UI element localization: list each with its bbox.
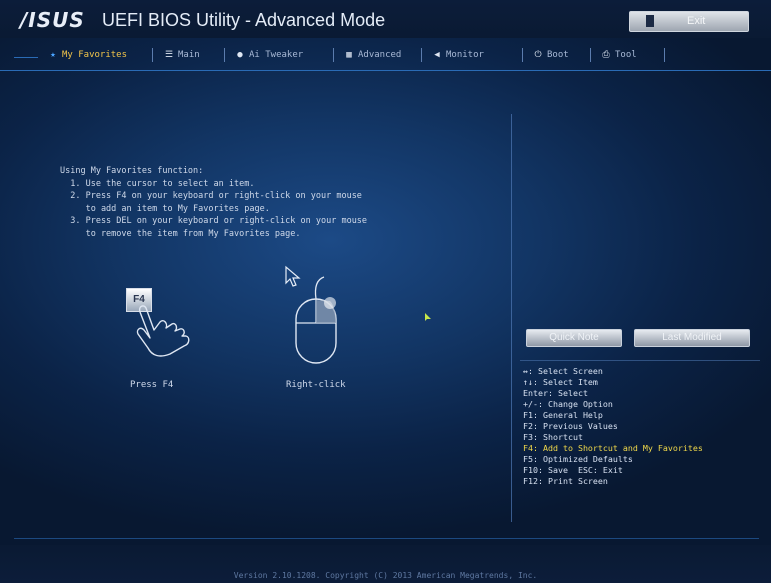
- tab-label: Tool: [615, 50, 637, 60]
- instructions-step: to remove the item from My Favorites pag…: [60, 228, 301, 239]
- tab-label: Main: [178, 50, 200, 60]
- help-line: +/-: Change Option: [523, 399, 613, 409]
- tab-label: Advanced: [358, 50, 402, 60]
- tab-ai-tweaker[interactable]: ● Ai Tweaker: [235, 50, 303, 60]
- tab-tool[interactable]: ⎙ Tool: [601, 50, 637, 60]
- tab-main[interactable]: ☰ Main: [164, 50, 200, 60]
- pointer-cursor-icon: [425, 313, 431, 321]
- instructions-step: 2. Press F4 on your keyboard or right-cl…: [60, 191, 362, 201]
- exit-icon: [646, 15, 654, 27]
- tab-separator: [522, 48, 523, 62]
- asus-logo: /ISUS: [20, 8, 85, 32]
- hand-pointer-icon: [136, 305, 190, 357]
- star-icon: ★: [50, 50, 56, 60]
- help-line: F12: Print Screen: [523, 476, 608, 486]
- tab-separator: [224, 48, 225, 62]
- monitor-icon: ◀: [434, 50, 440, 60]
- title-bar: /ISUS UEFI BIOS Utility - Advanced Mode …: [0, 0, 771, 38]
- tab-label: Boot: [547, 50, 569, 60]
- last-modified-button[interactable]: Last Modified: [634, 329, 750, 347]
- instructions-step: 1. Use the cursor to select an item.: [60, 178, 255, 189]
- key-help-panel: ↔: Select Screen ↑↓: Select Item Enter: Se…: [523, 366, 703, 487]
- help-line: F10: Save ESC: Exit: [523, 465, 623, 475]
- help-line: Enter: Select: [523, 388, 588, 398]
- right-click-caption: Right-click: [286, 380, 346, 390]
- mouse-icon: [295, 276, 337, 364]
- help-line: ↔: Select Screen: [523, 366, 603, 376]
- press-f4-caption: Press F4: [130, 380, 174, 390]
- panel-divider: [511, 114, 512, 522]
- help-line: F5: Optimized Defaults: [523, 454, 633, 464]
- footer-bar: Version 2.10.1208. Copyright (C) 2013 Am…: [0, 545, 771, 583]
- list-icon: ☰: [164, 50, 174, 60]
- favorites-instructions: Using My Favorites function: 1. Use the …: [60, 165, 367, 240]
- tab-bar-line: [14, 57, 38, 58]
- instructions-heading: Using My Favorites function:: [60, 166, 204, 176]
- help-line: ↑↓: Select Item: [523, 377, 598, 387]
- instructions-step: to add an item to My Favorites page.: [60, 203, 270, 214]
- quick-note-button[interactable]: Quick Note: [526, 329, 622, 347]
- tab-separator: [664, 48, 665, 62]
- tab-separator: [152, 48, 153, 62]
- printer-icon: ⎙: [602, 50, 610, 60]
- tab-label: Monitor: [446, 50, 484, 60]
- help-divider: [520, 360, 760, 361]
- help-line: F1: General Help: [523, 410, 603, 420]
- exit-button[interactable]: Exit: [629, 11, 749, 32]
- bios-screen: /ISUS UEFI BIOS Utility - Advanced Mode …: [0, 0, 771, 583]
- tab-advanced[interactable]: ▦ Advanced: [344, 50, 401, 60]
- footer-line: [14, 538, 759, 539]
- tab-monitor[interactable]: ◀ Monitor: [432, 50, 484, 60]
- instructions-step: 3. Press DEL on your keyboard or right-c…: [60, 216, 368, 226]
- window-title: UEFI BIOS Utility - Advanced Mode: [102, 10, 386, 30]
- exit-label: Exit: [687, 15, 706, 27]
- advanced-icon: ▦: [346, 50, 352, 60]
- tab-label: Ai Tweaker: [249, 50, 304, 60]
- tab-separator: [421, 48, 422, 62]
- power-icon: ⏻: [534, 50, 542, 60]
- help-line-highlighted: F4: Add to Shortcut and My Favorites: [523, 443, 703, 453]
- tab-separator: [333, 48, 334, 62]
- tab-separator: [590, 48, 591, 62]
- help-line: F3: Shortcut: [523, 432, 583, 442]
- tab-boot[interactable]: ⏻ Boot: [533, 50, 569, 60]
- tab-bar: ★ My Favorites ☰ Main ● Ai Tweaker ▦ Advance…: [0, 42, 771, 71]
- tab-label: My Favorites: [62, 50, 128, 60]
- help-line: F2: Previous Values: [523, 421, 618, 431]
- version-text: Version 2.10.1208. Copyright (C) 2013 Am…: [233, 571, 538, 580]
- tab-my-favorites[interactable]: ★ My Favorites: [48, 50, 127, 60]
- tweaker-icon: ●: [237, 50, 243, 60]
